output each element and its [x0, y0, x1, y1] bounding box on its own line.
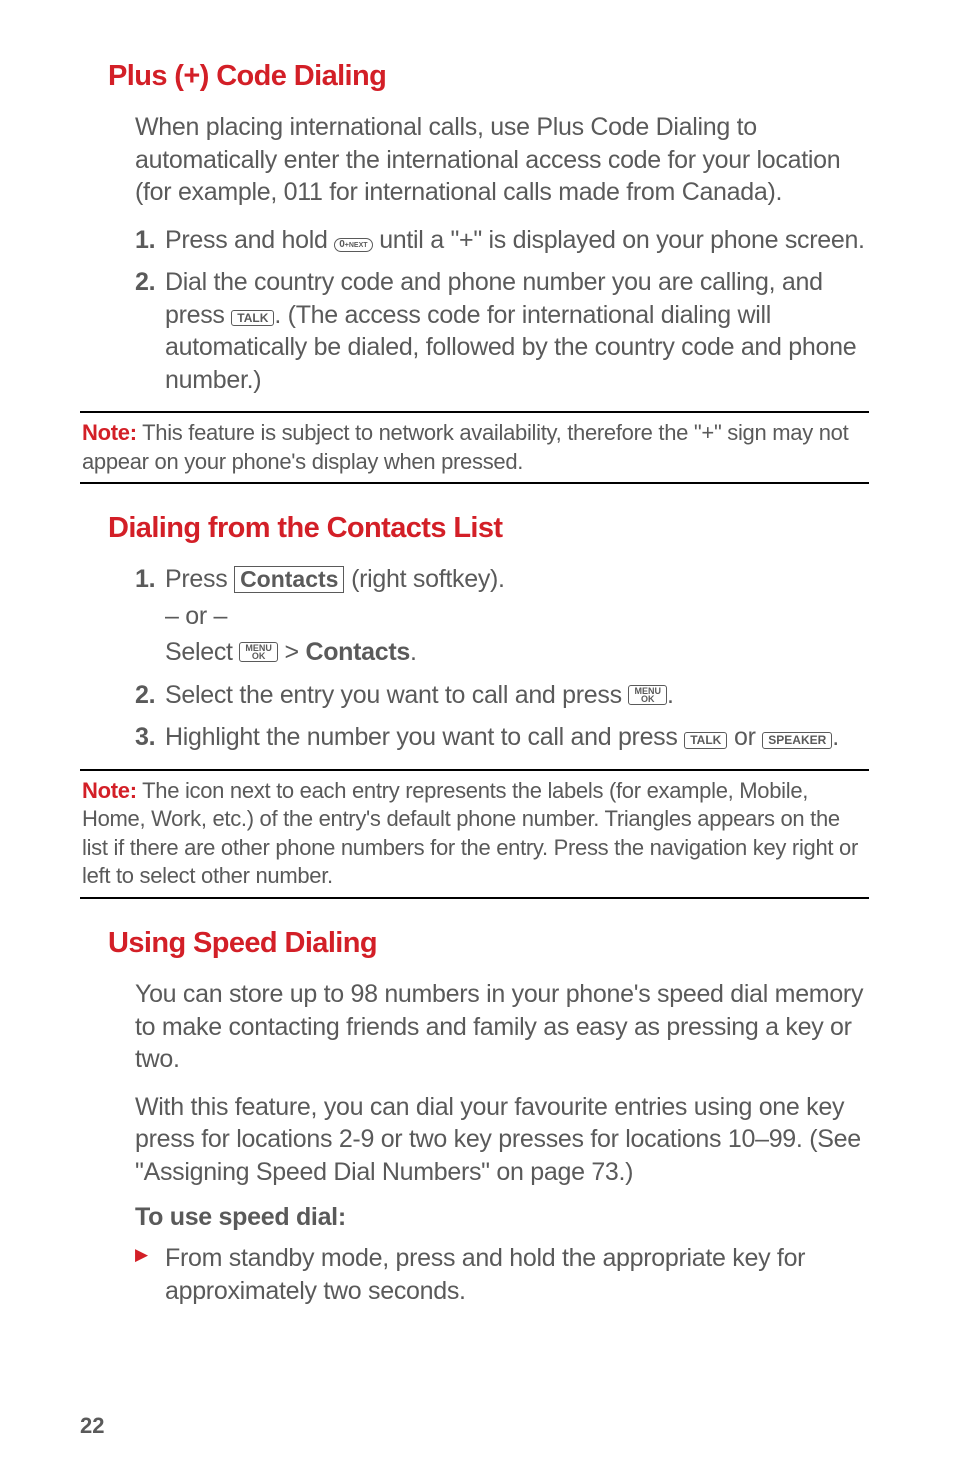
menu-key-bottom: OK — [634, 695, 661, 703]
zero-key-sub: +NEXT — [345, 242, 368, 249]
menu-ok-key-icon: MENUOK — [628, 685, 667, 705]
s2-step3-c: . — [832, 723, 839, 751]
speaker-key-icon: SPEAKER — [762, 732, 832, 749]
heading-speed-dial: Using Speed Dialing — [108, 927, 869, 960]
or-line: – or – — [165, 600, 869, 633]
page-number: 22 — [80, 1413, 104, 1439]
s2-step1-c4: . — [410, 638, 417, 666]
menu-key-bottom: OK — [245, 652, 272, 660]
note-label: Note: — [82, 778, 137, 803]
zero-key-icon: 0+NEXT — [334, 238, 372, 253]
s2-step1-alt: Select MENUOK > Contacts. — [165, 636, 869, 669]
heading-contacts-dial: Dialing from the Contacts List — [108, 512, 869, 545]
steps-contacts: Press Contacts (right softkey). – or – S… — [135, 563, 869, 754]
step1-text-a: Press and hold — [165, 226, 334, 254]
s2-step3-a: Highlight the number you want to call an… — [165, 723, 684, 751]
s2-contacts-bold: Contacts — [305, 638, 410, 666]
s2-step1-b: (right softkey). — [344, 565, 504, 593]
step-1: Press Contacts (right softkey). – or – S… — [135, 563, 869, 669]
menu-ok-key-icon: MENUOK — [239, 642, 278, 662]
speed-para-1: You can store up to 98 numbers in your p… — [135, 978, 869, 1076]
speed-bullet-1: From standby mode, press and hold the ap… — [135, 1242, 869, 1307]
step-2: Dial the country code and phone number y… — [135, 266, 869, 396]
s2-step1-c2: > — [278, 638, 306, 666]
talk-key-icon: TALK — [684, 732, 727, 749]
step-2: Select the entry you want to call and pr… — [135, 679, 869, 712]
s2-step1-c1: Select — [165, 638, 239, 666]
note-text: The icon next to each entry represents t… — [82, 778, 858, 889]
step-1: Press and hold 0+NEXT until a "+" is dis… — [135, 224, 869, 257]
speed-para-2: With this feature, you can dial your fav… — [135, 1091, 869, 1189]
steps-plus-code: Press and hold 0+NEXT until a "+" is dis… — [135, 224, 869, 397]
step1-text-b: until a "+" is displayed on your phone s… — [373, 226, 865, 254]
step-3: Highlight the number you want to call an… — [135, 721, 869, 754]
heading-plus-code: Plus (+) Code Dialing — [108, 60, 869, 93]
note-plus-code: Note: This feature is subject to network… — [80, 411, 869, 484]
s2-step3-b: or — [727, 723, 762, 751]
speed-bullets: From standby mode, press and hold the ap… — [135, 1242, 869, 1307]
s2-step1-a: Press — [165, 565, 234, 593]
intro-plus-code: When placing international calls, use Pl… — [135, 111, 869, 209]
s2-step2-a: Select the entry you want to call and pr… — [165, 681, 628, 709]
contacts-softkey: Contacts — [234, 566, 344, 593]
note-contacts: Note: The icon next to each entry repres… — [80, 769, 869, 899]
note-text: This feature is subject to network avail… — [82, 420, 848, 474]
talk-key-icon: TALK — [231, 310, 274, 327]
subheading-speed: To use speed dial: — [135, 1203, 869, 1232]
s2-step2-b: . — [667, 681, 674, 709]
note-label: Note: — [82, 420, 137, 445]
